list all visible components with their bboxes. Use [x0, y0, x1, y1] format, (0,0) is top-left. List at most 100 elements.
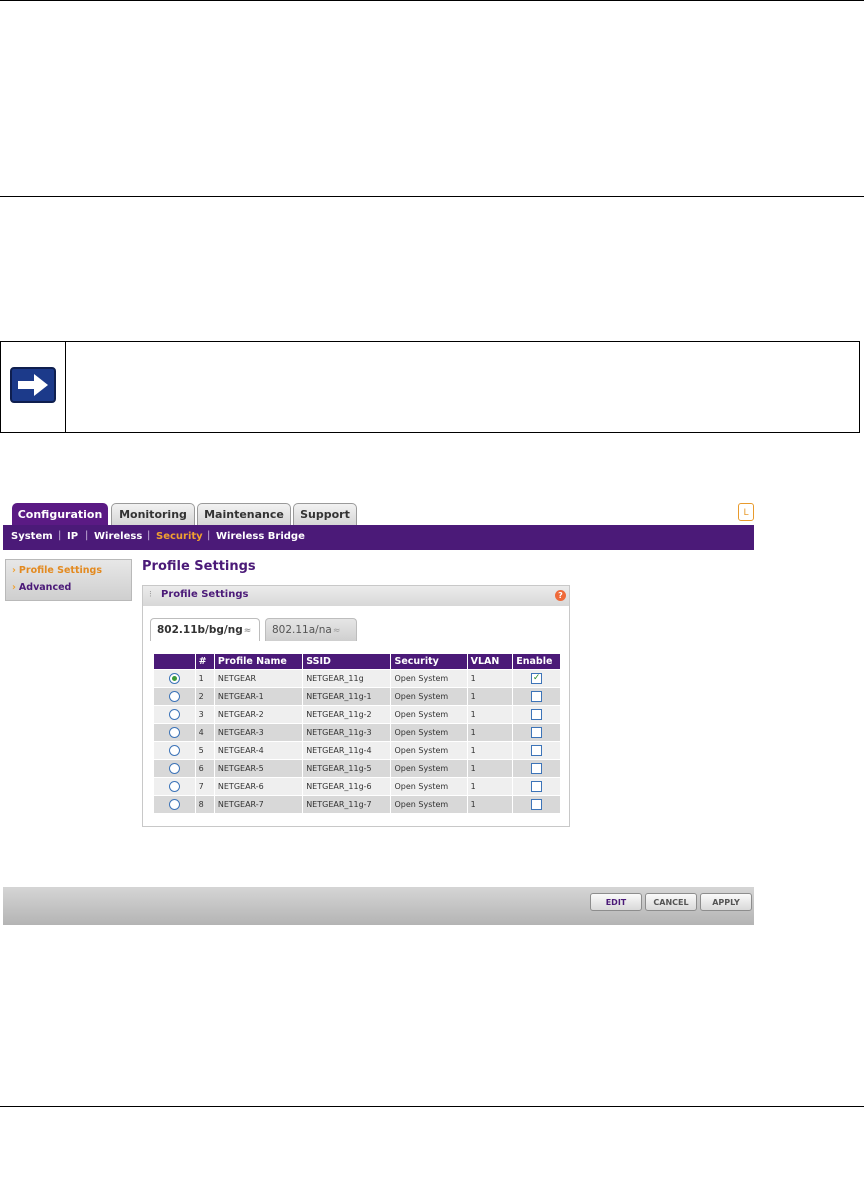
- col-number: #: [194, 653, 215, 670]
- table-row: 7 NETGEAR-6 NETGEAR_11g-6 Open System 1: [153, 777, 561, 796]
- router-ui-screenshot: Configuration Monitoring Maintenance Sup…: [3, 500, 754, 925]
- subnav-wireless[interactable]: Wireless: [94, 531, 142, 542]
- subnav-separator: |: [147, 530, 151, 541]
- table-row: 5 NETGEAR-4 NETGEAR_11g-4 Open System 1: [153, 741, 561, 760]
- logout-button[interactable]: L: [738, 503, 754, 521]
- table-row: 3 NETGEAR-2 NETGEAR_11g-2 Open System 1: [153, 705, 561, 724]
- enable-checkbox[interactable]: [531, 709, 543, 720]
- row-enable-cell: [512, 777, 561, 796]
- profile-radio[interactable]: [168, 691, 180, 702]
- table-row: 6 NETGEAR-5 NETGEAR_11g-5 Open System 1: [153, 759, 561, 778]
- subnav-separator: |: [207, 530, 211, 541]
- enable-checkbox[interactable]: [531, 781, 543, 792]
- row-security: Open System: [390, 795, 468, 814]
- bottom-rule: [0, 1106, 864, 1107]
- main-tabs: Configuration Monitoring Maintenance Sup…: [3, 500, 754, 525]
- row-vlan: 1: [466, 741, 514, 760]
- chevron-right-icon: ›: [12, 582, 16, 593]
- col-security: Security: [390, 653, 468, 670]
- row-profile-name: NETGEAR-1: [213, 687, 304, 706]
- row-vlan: 1: [466, 669, 514, 688]
- page-title: Profile Settings: [142, 559, 256, 574]
- panel-header: ⁝ Profile Settings ?: [143, 586, 569, 606]
- section-rule: [0, 196, 864, 197]
- row-security: Open System: [390, 723, 468, 742]
- tab-configuration[interactable]: Configuration: [12, 503, 108, 525]
- sidebar-item-advanced[interactable]: › Advanced: [12, 582, 71, 593]
- table-row: 1 NETGEAR NETGEAR_11g Open System 1 ✓: [153, 669, 561, 688]
- row-number: 6: [194, 759, 215, 778]
- col-ssid: SSID: [302, 653, 392, 670]
- sidebar-item-profile-settings[interactable]: › Profile Settings: [12, 565, 102, 576]
- apply-button[interactable]: APPLY: [700, 893, 752, 911]
- collapse-icon[interactable]: ⁝: [149, 590, 152, 600]
- row-profile-name: NETGEAR-5: [213, 759, 304, 778]
- row-ssid: NETGEAR_11g-1: [302, 687, 392, 706]
- tab-band-bgn[interactable]: 802.11b/bg/ng≈: [150, 618, 260, 641]
- row-select-cell: [153, 669, 196, 688]
- row-profile-name: NETGEAR-2: [213, 705, 304, 724]
- profile-radio[interactable]: [168, 745, 180, 756]
- enable-checkbox[interactable]: [531, 763, 543, 774]
- row-number: 1: [194, 669, 215, 688]
- enable-checkbox[interactable]: [531, 727, 543, 738]
- profile-radio[interactable]: [168, 673, 180, 684]
- profile-radio[interactable]: [168, 799, 180, 810]
- row-profile-name: NETGEAR-6: [213, 777, 304, 796]
- row-select-cell: [153, 687, 196, 706]
- row-enable-cell: [512, 687, 561, 706]
- profile-radio[interactable]: [168, 709, 180, 720]
- row-number: 2: [194, 687, 215, 706]
- subnav-wireless-bridge[interactable]: Wireless Bridge: [216, 531, 305, 542]
- edit-button[interactable]: EDIT: [590, 893, 642, 911]
- wifi-icon: ≈: [243, 626, 252, 636]
- row-select-cell: [153, 741, 196, 760]
- enable-checkbox[interactable]: ✓: [531, 673, 543, 684]
- enable-checkbox[interactable]: [531, 691, 543, 702]
- tab-monitoring[interactable]: Monitoring: [111, 503, 195, 525]
- row-enable-cell: [512, 723, 561, 742]
- row-number: 7: [194, 777, 215, 796]
- sub-navigation: System | IP | Wireless | Security | Wire…: [3, 525, 754, 550]
- row-enable-cell: [512, 759, 561, 778]
- row-security: Open System: [390, 669, 468, 688]
- arrow-right-icon: [10, 367, 56, 403]
- tab-band-ana[interactable]: 802.11a/na≈: [265, 618, 357, 641]
- row-vlan: 1: [466, 705, 514, 724]
- profile-radio[interactable]: [168, 727, 180, 738]
- enable-checkbox[interactable]: [531, 799, 543, 810]
- row-ssid: NETGEAR_11g-7: [302, 795, 392, 814]
- tab-support[interactable]: Support: [293, 503, 357, 525]
- row-select-cell: [153, 777, 196, 796]
- table-row: 2 NETGEAR-1 NETGEAR_11g-1 Open System 1: [153, 687, 561, 706]
- row-profile-name: NETGEAR-7: [213, 795, 304, 814]
- subnav-system[interactable]: System: [11, 531, 53, 542]
- row-security: Open System: [390, 777, 468, 796]
- subnav-ip[interactable]: IP: [67, 531, 78, 542]
- sidebar: › Profile Settings › Advanced: [5, 559, 132, 601]
- row-vlan: 1: [466, 777, 514, 796]
- tab-maintenance[interactable]: Maintenance: [197, 503, 291, 525]
- profile-radio[interactable]: [168, 781, 180, 792]
- col-profile-name: Profile Name: [213, 653, 304, 670]
- profile-radio[interactable]: [168, 763, 180, 774]
- row-vlan: 1: [466, 795, 514, 814]
- row-profile-name: NETGEAR-3: [213, 723, 304, 742]
- col-enable: Enable: [512, 653, 561, 670]
- row-security: Open System: [390, 705, 468, 724]
- row-ssid: NETGEAR_11g-5: [302, 759, 392, 778]
- help-icon[interactable]: ?: [555, 590, 566, 601]
- row-ssid: NETGEAR_11g-6: [302, 777, 392, 796]
- row-ssid: NETGEAR_11g-2: [302, 705, 392, 724]
- row-ssid: NETGEAR_11g: [302, 669, 392, 688]
- cancel-button[interactable]: CANCEL: [645, 893, 697, 911]
- row-select-cell: [153, 795, 196, 814]
- row-number: 8: [194, 795, 215, 814]
- wifi-icon: ≈: [332, 626, 341, 636]
- profile-table: # Profile Name SSID Security VLAN Enable…: [153, 653, 561, 814]
- row-vlan: 1: [466, 687, 514, 706]
- subnav-security[interactable]: Security: [156, 531, 203, 542]
- subnav-separator: |: [85, 530, 89, 541]
- enable-checkbox[interactable]: [531, 745, 543, 756]
- row-select-cell: [153, 759, 196, 778]
